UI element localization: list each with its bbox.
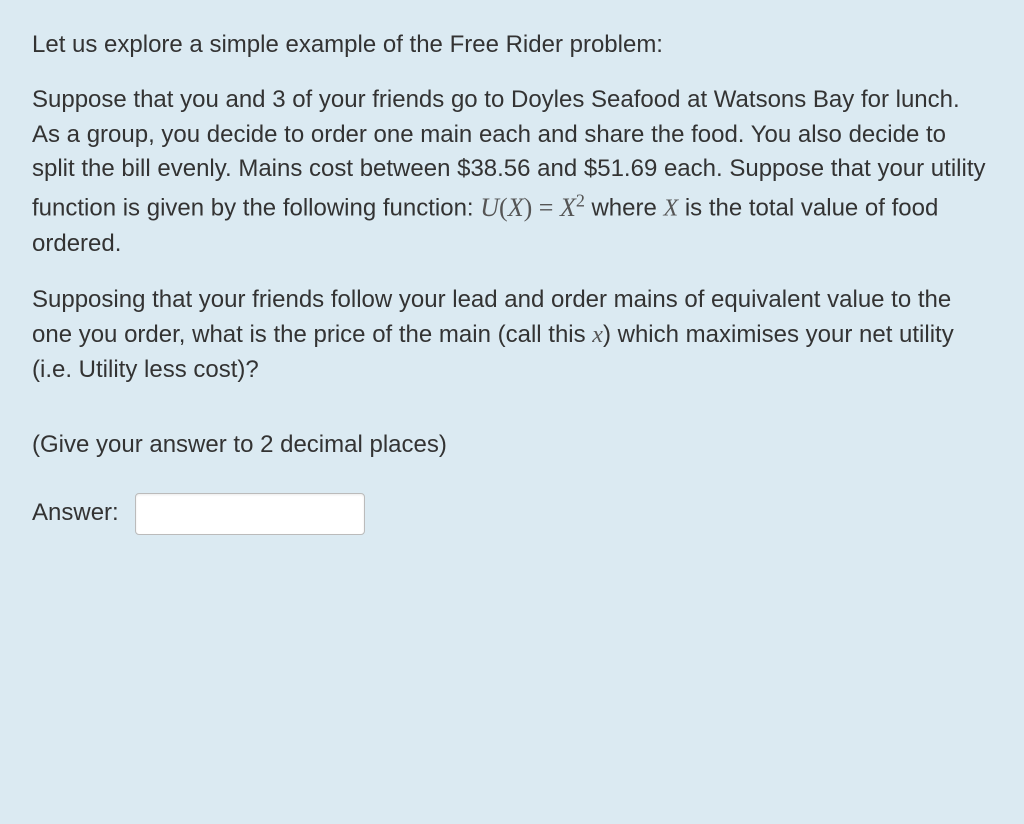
intro-text: Let us explore a simple example of the F… xyxy=(32,28,992,63)
question-variable-x: x xyxy=(592,322,603,348)
formula-rhs-exp: 2 xyxy=(576,190,585,210)
formula-rhs-base: X xyxy=(560,193,576,222)
setup-paragraph: Suppose that you and 3 of your friends g… xyxy=(32,83,992,262)
setup-text-2-prefix: where xyxy=(591,195,663,222)
setup-variable-X: X xyxy=(663,196,678,222)
formula-func: U xyxy=(480,193,499,222)
instruction-text: (Give your answer to 2 decimal places) xyxy=(32,428,992,463)
question-paragraph: Supposing that your friends follow your … xyxy=(32,283,992,387)
answer-input[interactable] xyxy=(135,493,365,535)
formula-arg: X xyxy=(508,193,524,222)
answer-row: Answer: xyxy=(32,493,992,535)
answer-label: Answer: xyxy=(32,496,119,531)
utility-formula: U(X) = X2 xyxy=(480,193,591,222)
